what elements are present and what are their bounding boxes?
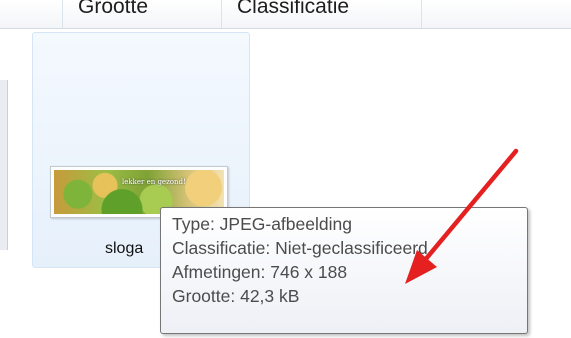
column-header-classification[interactable]: Classificatie [222, 0, 422, 28]
column-header-classification-label: Classificatie [237, 0, 350, 18]
column-header-size[interactable]: Grootte [62, 0, 222, 28]
tooltip-classification: Classificatie: Niet-geclassificeerd [172, 238, 428, 258]
column-header-bar: Grootte Classificatie [0, 0, 571, 29]
tooltip-type: Type: JPEG-afbeelding [172, 214, 352, 234]
file-name-label[interactable]: sloga [105, 240, 143, 258]
file-info-tooltip: Type: JPEG-afbeelding Classificatie: Nie… [160, 207, 528, 334]
tooltip-dimensions: Afmetingen: 746 x 188 [172, 262, 348, 282]
window-left-edge [0, 80, 8, 250]
tooltip-size: Grootte: 42,3 kB [172, 286, 300, 306]
thumbnail-slogan-text: lekker en gezond! [122, 178, 186, 186]
column-header-size-label: Grootte [78, 0, 149, 18]
